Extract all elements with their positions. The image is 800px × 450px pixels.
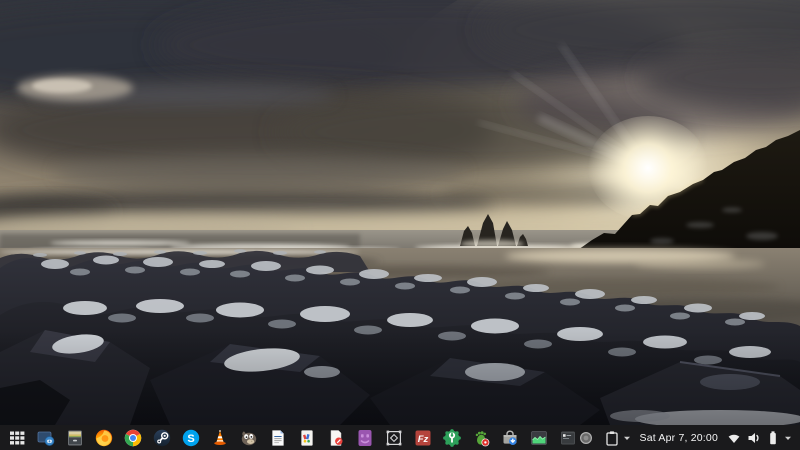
libreoffice-writer-button[interactable] <box>268 428 288 448</box>
launcher-area: S <box>0 428 578 448</box>
file-manager-button[interactable] <box>65 428 85 448</box>
chevron-down-icon <box>622 434 632 442</box>
terminal-icon <box>558 428 578 448</box>
clipboard-applet[interactable] <box>605 425 632 450</box>
multicolor-document-icon <box>297 428 317 448</box>
boxes-button[interactable] <box>384 428 404 448</box>
screenshot-tool-button[interactable] <box>36 428 56 448</box>
skype-icon: S <box>181 428 201 448</box>
panel-menu-caret[interactable] <box>783 425 793 450</box>
screenshot-icon <box>36 428 56 448</box>
vlc-button[interactable] <box>210 428 230 448</box>
writer-document-icon <box>268 428 288 448</box>
software-center-button[interactable] <box>471 428 491 448</box>
steam-icon <box>152 428 172 448</box>
gnome-foot-icon <box>471 428 491 448</box>
skype-letter: S <box>187 433 194 445</box>
firefox-button[interactable] <box>94 428 114 448</box>
filezilla-icon: Fz <box>413 428 433 448</box>
system-monitor-button[interactable] <box>529 428 549 448</box>
system-tray: Sat Apr 7, 20:00 <box>579 425 800 450</box>
status-circle-indicator[interactable] <box>579 425 593 450</box>
multicolor-document-button[interactable] <box>297 428 317 448</box>
firefox-icon <box>94 428 114 448</box>
desktop: S <box>0 0 800 450</box>
purple-face-app-button[interactable] <box>355 428 375 448</box>
volume-indicator[interactable] <box>747 425 762 450</box>
wifi-indicator[interactable] <box>727 425 741 450</box>
software-updater-icon <box>500 428 520 448</box>
gimp-button[interactable] <box>239 428 259 448</box>
purple-face-icon <box>355 428 375 448</box>
settings-wrench-button[interactable] <box>442 428 462 448</box>
battery-icon <box>768 430 778 446</box>
software-updater-button[interactable] <box>500 428 520 448</box>
steam-button[interactable] <box>152 428 172 448</box>
app-menu-button[interactable] <box>7 428 27 448</box>
filezilla-letters: Fz <box>418 433 429 444</box>
document-red-seal-button[interactable] <box>326 428 346 448</box>
battery-indicator[interactable] <box>768 425 778 450</box>
chrome-icon <box>123 428 143 448</box>
settings-gear-wrench-icon <box>442 428 462 448</box>
terminal-button[interactable] <box>558 428 578 448</box>
wallpaper-image <box>0 0 800 425</box>
wallpaper <box>0 0 800 425</box>
status-circle-icon <box>579 431 593 445</box>
boxes-cube-icon <box>384 428 404 448</box>
gimp-wilber-icon <box>239 428 259 448</box>
system-monitor-icon <box>529 428 549 448</box>
chevron-down-icon <box>783 434 793 442</box>
document-red-seal-icon <box>326 428 346 448</box>
filezilla-button[interactable]: Fz <box>413 428 433 448</box>
wifi-icon <box>727 431 741 445</box>
file-cabinet-icon <box>65 428 85 448</box>
volume-icon <box>747 431 762 445</box>
taskbar-panel: S <box>0 425 800 450</box>
app-grid-icon <box>7 428 27 448</box>
skype-button[interactable]: S <box>181 428 201 448</box>
chrome-button[interactable] <box>123 428 143 448</box>
clock[interactable]: Sat Apr 7, 20:00 <box>632 425 727 450</box>
vlc-cone-icon <box>210 428 230 448</box>
clipboard-icon <box>605 430 619 446</box>
